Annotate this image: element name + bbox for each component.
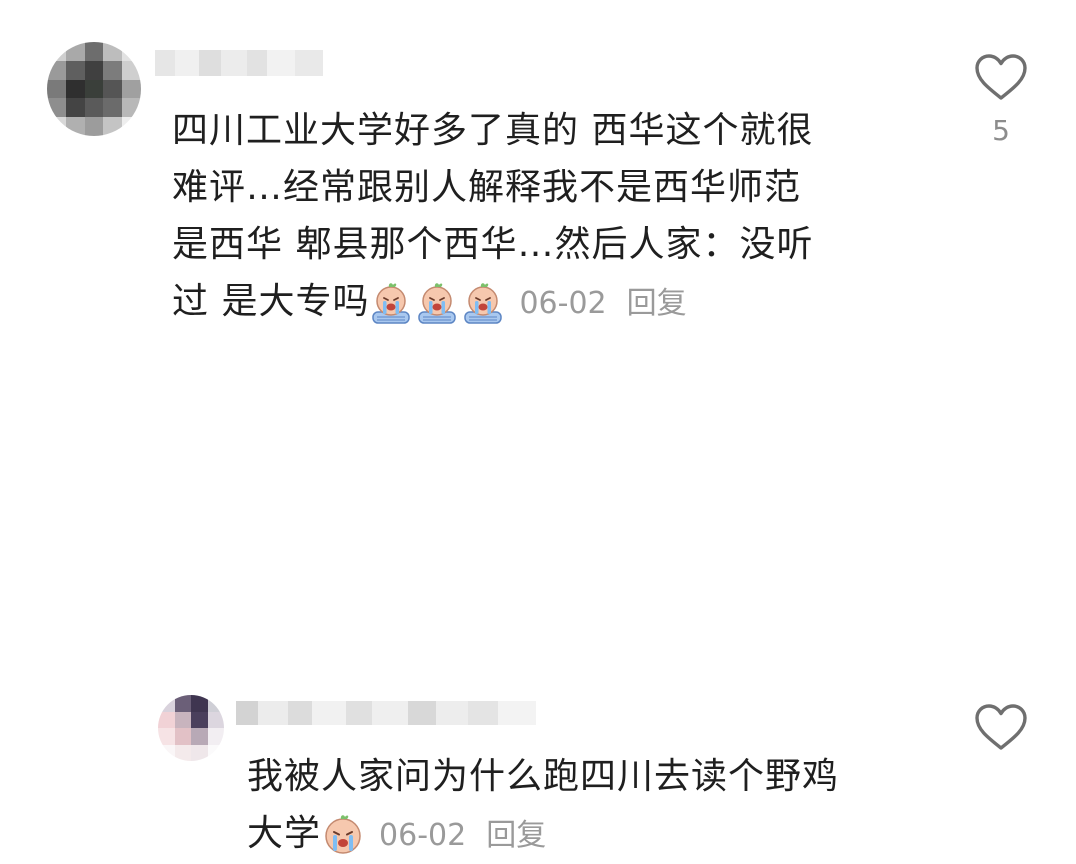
crying-baby-emoji-icon: [321, 813, 365, 857]
comment-line: 大学: [247, 813, 322, 854]
crying-baby-emoji-icon: [415, 281, 459, 325]
crying-baby-emoji-icon: [461, 281, 505, 325]
comment-line: 过 是大专吗: [172, 281, 370, 322]
reply-button[interactable]: 回复: [627, 286, 687, 321]
like-count: 5: [992, 114, 1010, 147]
heart-icon[interactable]: [973, 52, 1029, 102]
heart-icon[interactable]: [973, 702, 1029, 752]
like-button[interactable]: [971, 702, 1031, 752]
comment-text: 四川工业大学好多了真的 西华这个就很 难评…经常跟别人解释我不是西华师范 是西华…: [172, 102, 912, 332]
username-redacted[interactable]: [236, 701, 536, 725]
avatar[interactable]: [158, 695, 224, 761]
comment-text: 我被人家问为什么跑四川去读个野鸡 大学 06-02 回复: [247, 748, 927, 864]
username-redacted[interactable]: [155, 50, 323, 76]
comment-line: 四川工业大学好多了真的 西华这个就很: [172, 110, 814, 151]
comment-item: 四川工业大学好多了真的 西华这个就很 难评…经常跟别人解释我不是西华师范 是西华…: [0, 0, 1076, 330]
crying-baby-emoji-icon: [369, 281, 413, 325]
comment-line: 是西华 郫县那个西华…然后人家：没听: [172, 224, 814, 265]
reply-button[interactable]: 回复: [486, 818, 546, 853]
comment-date: 06-02: [379, 817, 467, 853]
avatar[interactable]: [47, 42, 141, 136]
comment-line: 我被人家问为什么跑四川去读个野鸡: [247, 756, 840, 797]
comment-date: 06-02: [519, 285, 607, 321]
comment-line: 难评…经常跟别人解释我不是西华师范: [172, 167, 802, 208]
like-button[interactable]: 5: [971, 52, 1031, 147]
comment-item: 我被人家问为什么跑四川去读个野鸡 大学 06-02 回复: [0, 340, 1076, 854]
